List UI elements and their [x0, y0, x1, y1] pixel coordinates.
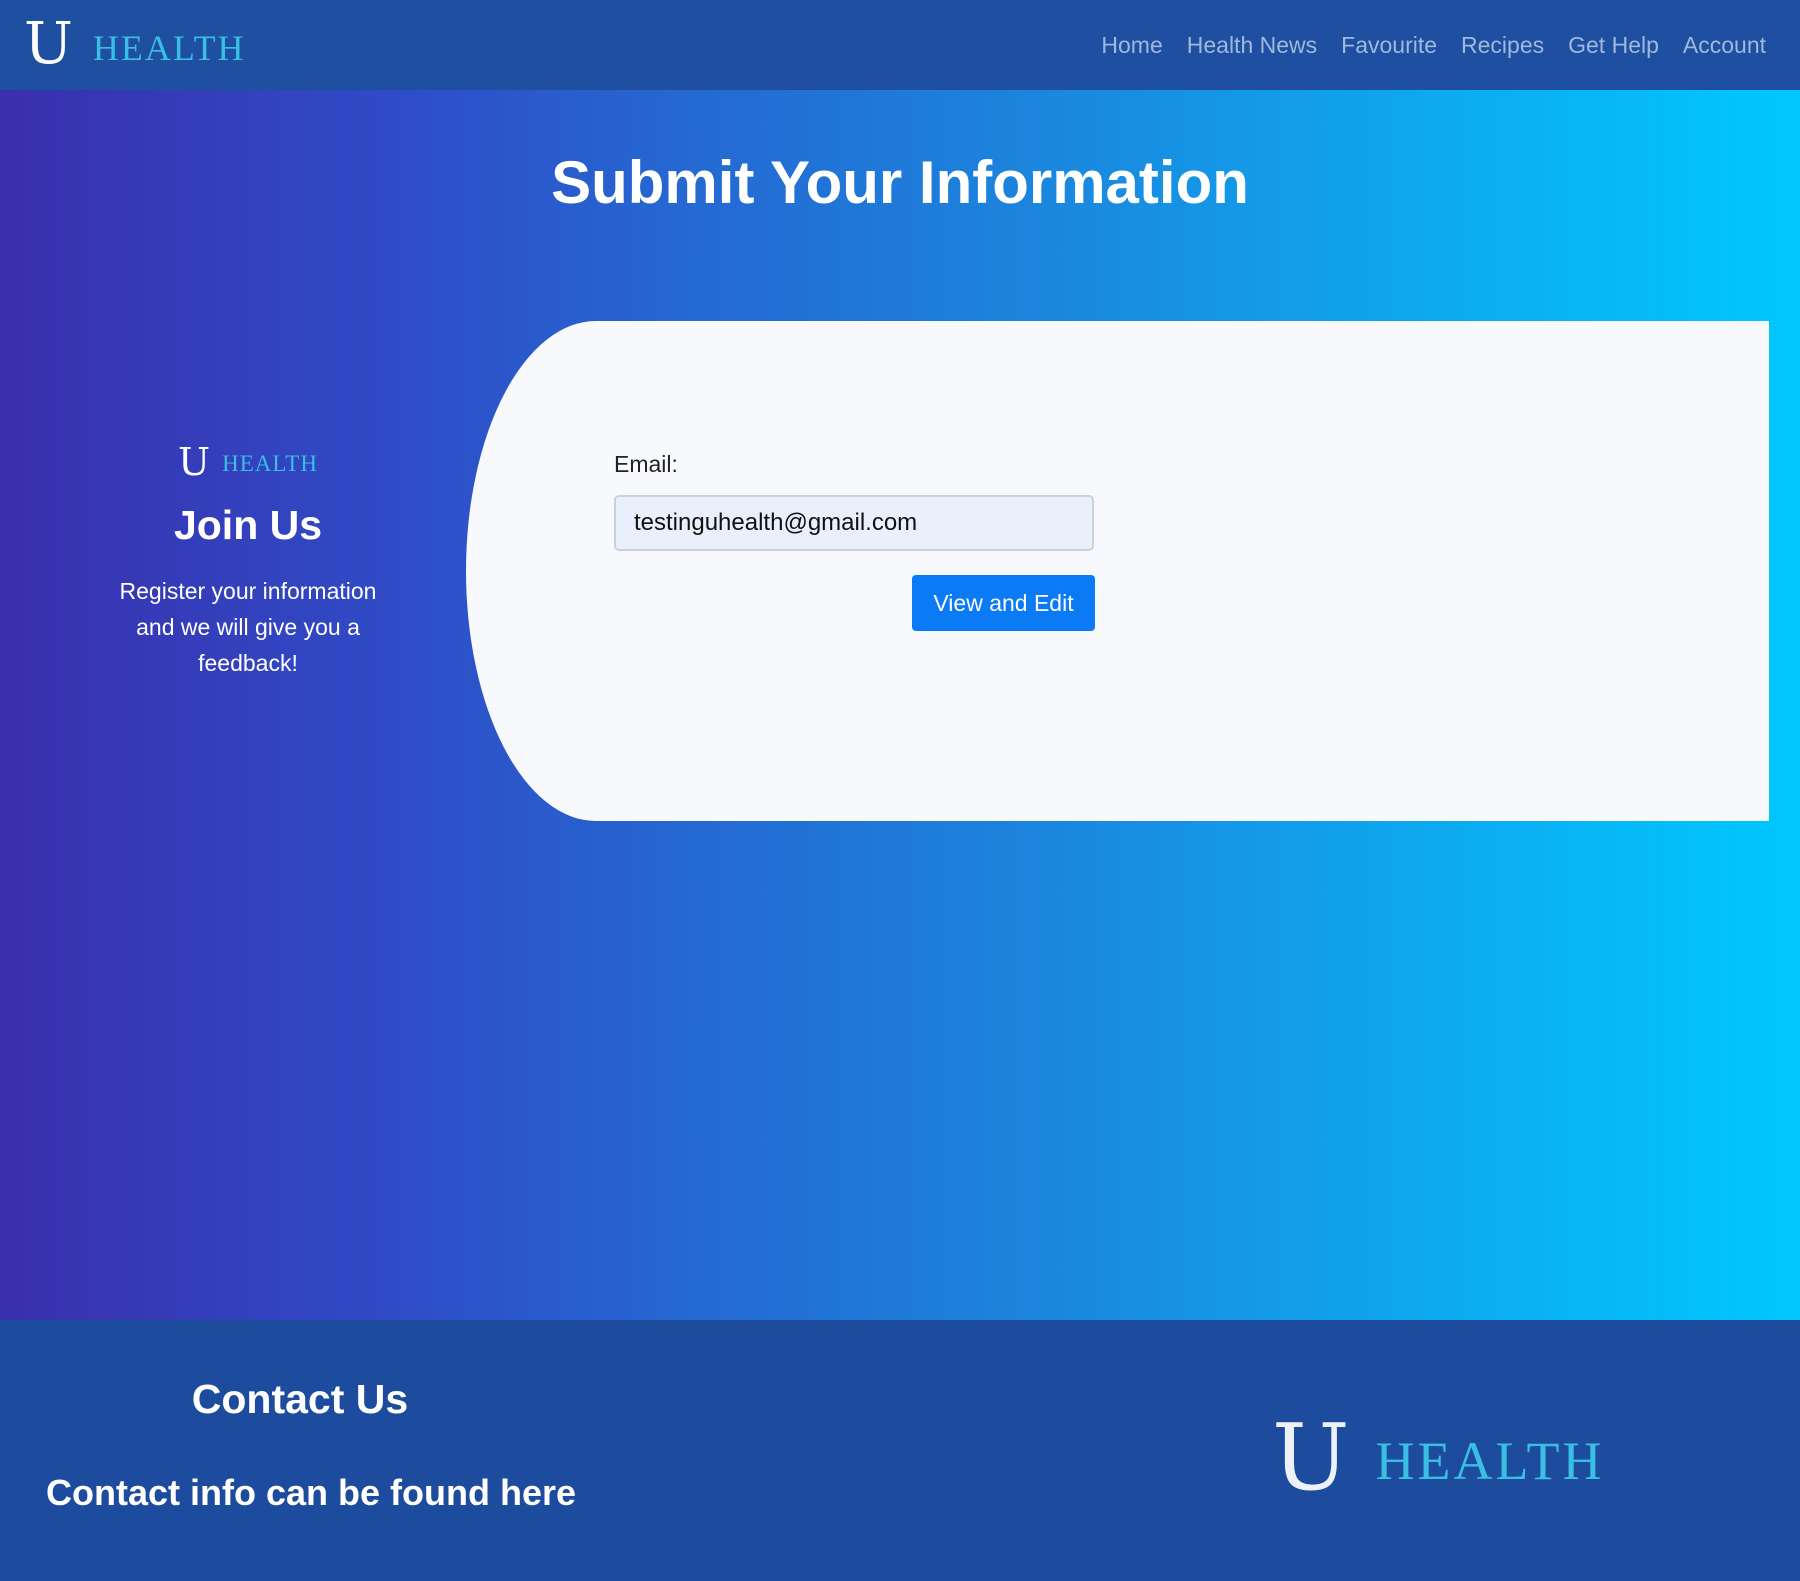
brand-logo[interactable]: U HEALTH — [24, 0, 246, 90]
contact-title: Contact Us — [191, 1376, 409, 1422]
nav-link-recipes[interactable]: Recipes — [1461, 32, 1544, 59]
join-panel: U HEALTH Join Us Register your informati… — [88, 442, 408, 681]
nav-link-favourite[interactable]: Favourite — [1341, 32, 1437, 59]
footer-brand-mark: U — [1272, 1404, 1350, 1511]
email-label: Email: — [614, 451, 678, 477]
contact-text: Contact info can be found here — [46, 1472, 577, 1513]
join-brand-mark: U — [178, 440, 211, 484]
join-title: Join Us — [173, 502, 323, 548]
email-field[interactable] — [614, 495, 1094, 551]
footer: Contact Us Contact info can be found her… — [0, 1320, 1800, 1581]
footer-brand-word: HEALTH — [1375, 1431, 1605, 1491]
form-card: Email: View and Edit — [466, 321, 1769, 821]
join-description: Register your information and we will gi… — [119, 578, 377, 677]
nav-link-get-help[interactable]: Get Help — [1568, 32, 1659, 59]
nav-links: Home Health News Favourite Recipes Get H… — [1077, 0, 1766, 90]
navbar: U HEALTH Home Health News Favourite Reci… — [0, 0, 1800, 90]
brand-logo-word: HEALTH — [92, 28, 246, 68]
join-brand-logo: U HEALTH — [88, 442, 408, 482]
view-and-edit-button[interactable]: View and Edit — [912, 575, 1095, 631]
footer-brand-logo: U HEALTH — [1272, 1408, 1605, 1508]
nav-link-home[interactable]: Home — [1101, 32, 1162, 59]
nav-link-account[interactable]: Account — [1683, 32, 1766, 59]
page-title: Submit Your Information — [551, 149, 1249, 216]
hero-section: Submit Your Information U HEALTH Join Us… — [0, 90, 1800, 1320]
brand-logo-mark: U — [24, 9, 73, 77]
join-brand-word: HEALTH — [222, 451, 318, 476]
nav-link-health-news[interactable]: Health News — [1187, 32, 1317, 59]
